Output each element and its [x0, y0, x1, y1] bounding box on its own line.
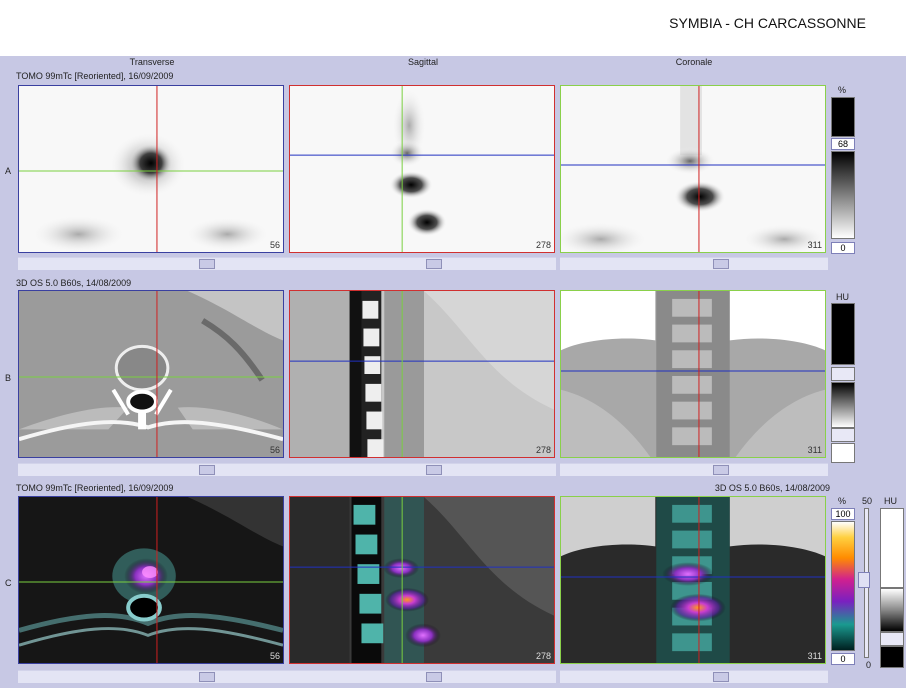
viewport-c-transverse[interactable]: 56 — [18, 496, 284, 664]
spect-transverse-image — [19, 86, 283, 252]
scale-c-min-value[interactable]: 0 — [831, 653, 855, 665]
row-letter-b: B — [5, 373, 12, 383]
scale-c-unit: % — [838, 496, 847, 506]
fusion-blend-slider[interactable] — [858, 572, 870, 588]
fusion-coronal-image — [561, 497, 825, 663]
slice-number: 56 — [269, 445, 280, 455]
column-label-transverse: Transverse — [129, 57, 175, 67]
ct-transverse-image — [19, 291, 283, 457]
slice-number: 56 — [269, 240, 280, 250]
slice-number: 56 — [269, 651, 280, 661]
scale-c-blend-value: 50 — [862, 496, 873, 506]
slice-number: 278 — [535, 445, 551, 455]
scroll-bar-row-c-left[interactable] — [18, 670, 556, 683]
slice-slider-b-transverse[interactable] — [199, 465, 215, 475]
viewport-a-sagittal[interactable]: 278 — [289, 85, 555, 253]
series-label-row-c: TOMO 99mTc [Reoriented], 16/09/2009 — [16, 483, 174, 493]
scale-a-min-value[interactable]: 0 — [831, 242, 855, 254]
slice-slider-b-sagittal[interactable] — [426, 465, 442, 475]
scroll-bar-row-a-left[interactable] — [18, 257, 556, 270]
slice-slider-b-coronal[interactable] — [713, 465, 729, 475]
slice-slider-a-coronal[interactable] — [713, 259, 729, 269]
scale-b-gradient[interactable] — [831, 382, 855, 428]
scale-a-gradient[interactable] — [831, 151, 855, 239]
scale-b-top-block — [831, 303, 855, 365]
scale-c-hu-bottom — [880, 646, 904, 668]
column-label-sagittal: Sagittal — [407, 57, 439, 67]
viewport-c-sagittal[interactable]: 278 — [289, 496, 555, 664]
viewport-a-transverse[interactable]: 56 — [18, 85, 284, 253]
row-letter-c: C — [5, 578, 12, 588]
slice-number: 311 — [807, 240, 822, 250]
title-bar: SYMBIA - CH CARCASSONNE — [0, 0, 906, 56]
slice-number: 278 — [535, 240, 551, 250]
slice-number: 278 — [535, 651, 551, 661]
slice-slider-c-coronal[interactable] — [713, 672, 729, 682]
scale-c-blend-min: 0 — [866, 660, 872, 670]
series-label-row-b: 3D OS 5.0 B60s, 14/08/2009 — [16, 278, 132, 288]
fusion-transverse-image — [19, 497, 283, 663]
scale-b-unit: HU — [836, 292, 849, 302]
scroll-bar-row-c-right[interactable] — [560, 670, 828, 683]
viewport-c-coronal[interactable]: 311 — [560, 496, 826, 664]
row-letter-a: A — [5, 166, 12, 176]
spect-sagittal-image — [290, 86, 554, 252]
scale-c-hu-gradient[interactable] — [880, 588, 904, 632]
slice-number: 311 — [807, 445, 822, 455]
series-label-row-a: TOMO 99mTc [Reoriented], 16/09/2009 — [16, 71, 174, 81]
slice-slider-c-sagittal[interactable] — [426, 672, 442, 682]
scale-a-top-block — [831, 97, 855, 137]
series-label-row-c-ct: 3D OS 5.0 B60s, 14/08/2009 — [714, 483, 830, 493]
scroll-bar-row-b-right[interactable] — [560, 463, 828, 476]
scale-c-hu-top — [880, 508, 904, 588]
scale-c-hu-handle[interactable] — [880, 632, 904, 646]
slice-slider-a-transverse[interactable] — [199, 259, 215, 269]
viewport-b-coronal[interactable]: 311 — [560, 290, 826, 458]
fusion-sagittal-image — [290, 497, 554, 663]
ct-sagittal-image — [290, 291, 554, 457]
scale-c-max-value[interactable]: 100 — [831, 508, 855, 520]
scale-a-max-value[interactable]: 68 — [831, 138, 855, 150]
slice-number: 311 — [807, 651, 822, 661]
scale-c-fusion-gradient[interactable] — [831, 521, 855, 651]
scale-b-bottom-block — [831, 443, 855, 463]
institution-title: SYMBIA - CH CARCASSONNE — [669, 15, 866, 31]
scale-a-unit: % — [838, 85, 847, 95]
slice-slider-a-sagittal[interactable] — [426, 259, 442, 269]
scale-b-window-handle-bottom[interactable] — [831, 428, 855, 442]
column-label-coronal: Coronale — [675, 57, 713, 67]
scroll-bar-row-a-right[interactable] — [560, 257, 828, 270]
viewport-b-transverse[interactable]: 56 — [18, 290, 284, 458]
scale-b-window-handle-top[interactable] — [831, 367, 855, 381]
viewport-a-coronal[interactable]: 311 — [560, 85, 826, 253]
viewport-b-sagittal[interactable]: 278 — [289, 290, 555, 458]
scroll-bar-row-b-left[interactable] — [18, 463, 556, 476]
scale-c-unit2: HU — [884, 496, 897, 506]
spect-coronal-image — [561, 86, 825, 252]
slice-slider-c-transverse[interactable] — [199, 672, 215, 682]
ct-coronal-image — [561, 291, 825, 457]
